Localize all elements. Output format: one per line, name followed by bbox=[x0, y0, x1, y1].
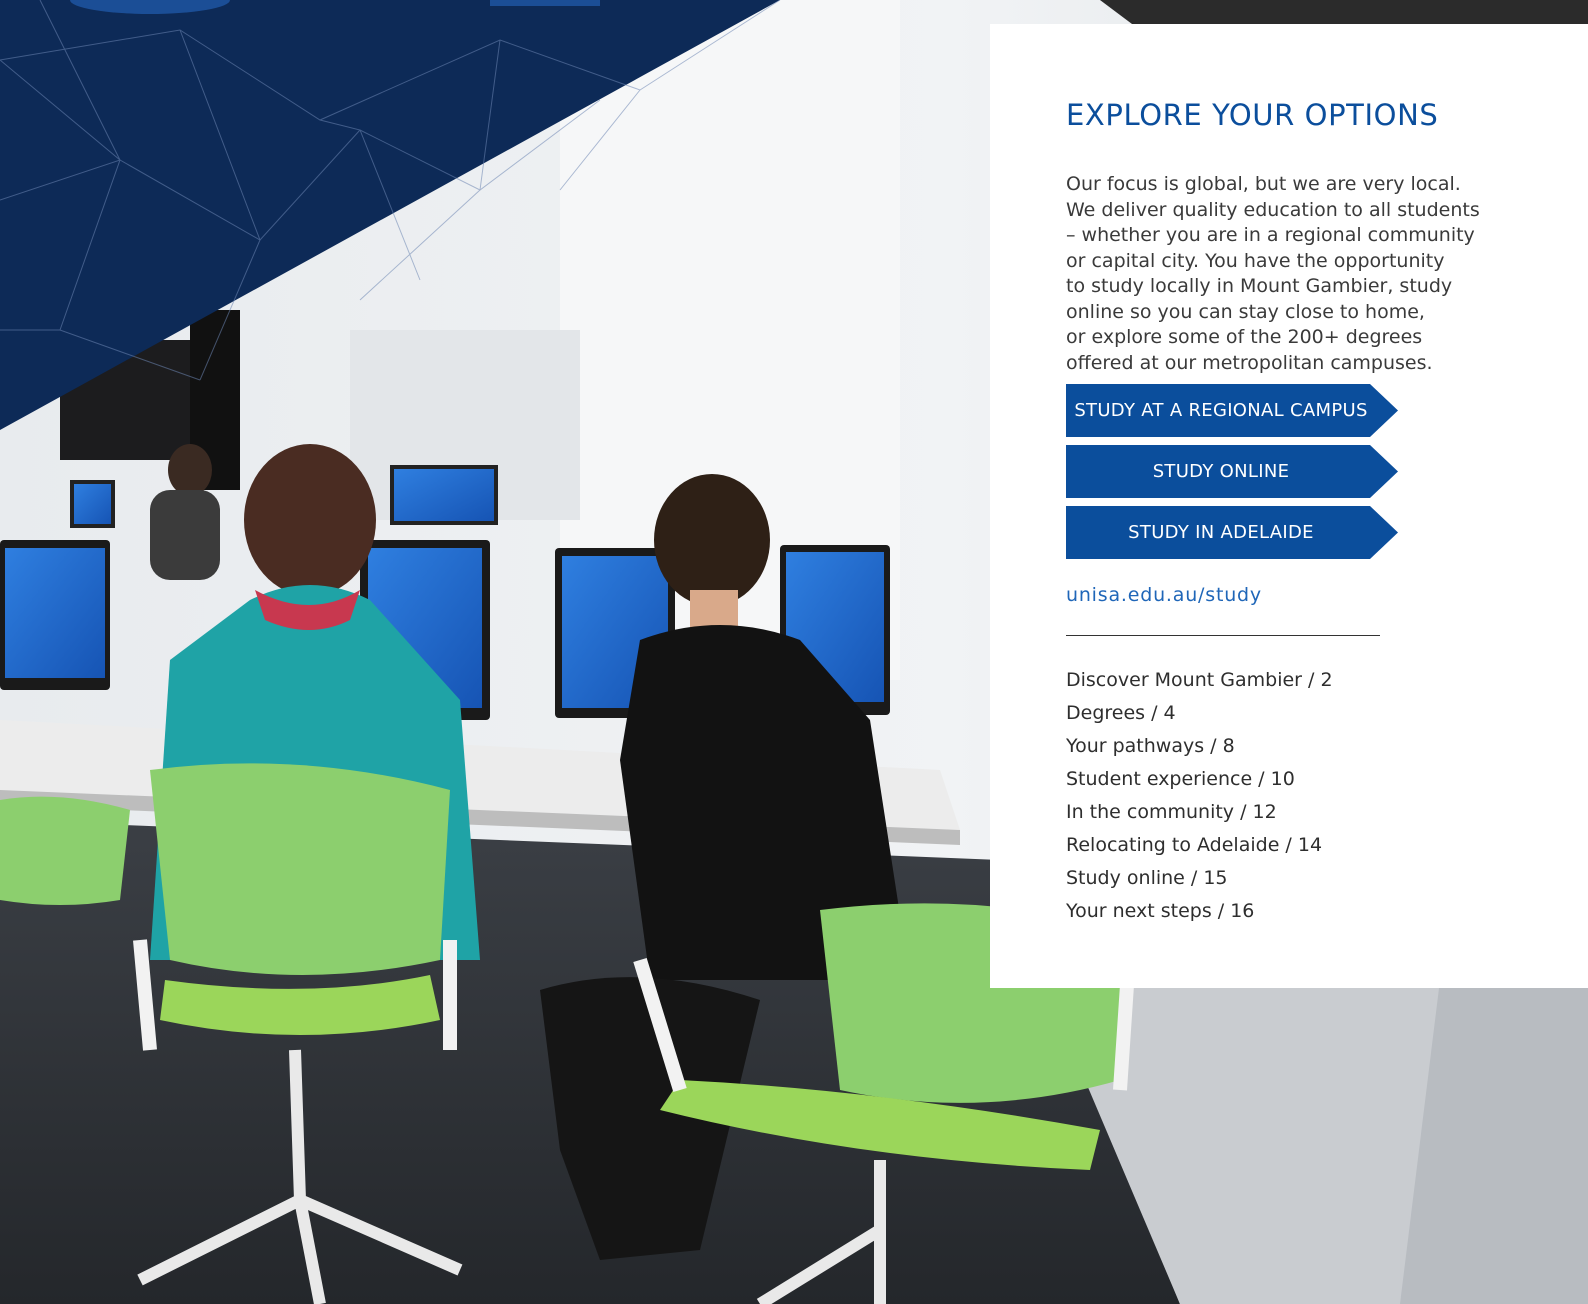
intro-line: or explore some of the 200+ degrees bbox=[1066, 326, 1423, 348]
study-regional-campus-button[interactable]: STUDY AT A REGIONAL CAMPUS bbox=[1066, 384, 1398, 437]
contents-item[interactable]: Student experience / 10 bbox=[1066, 763, 1333, 796]
intro-line: We deliver quality education to all stud… bbox=[1066, 198, 1480, 221]
contents-list: Discover Mount Gambier / 2 Degrees / 4 Y… bbox=[1066, 664, 1333, 928]
intro-line: online so you can stay close to home, bbox=[1066, 300, 1425, 323]
intro-line: to study locally in Mount Gambier, study bbox=[1066, 275, 1453, 297]
contents-item[interactable]: Your next steps / 16 bbox=[1066, 895, 1333, 928]
contents-item[interactable]: Relocating to Adelaide / 14 bbox=[1066, 829, 1333, 862]
intro-line: or capital city. You have the opportunit… bbox=[1066, 249, 1445, 272]
contents-item[interactable]: Discover Mount Gambier / 2 bbox=[1066, 664, 1333, 697]
study-online-label: STUDY ONLINE bbox=[1152, 461, 1290, 482]
contents-item[interactable]: Degrees / 4 bbox=[1066, 697, 1333, 730]
study-in-adelaide-button[interactable]: STUDY IN ADELAIDE bbox=[1066, 506, 1398, 559]
intro-line: offered at our metropolitan campuses. bbox=[1066, 351, 1433, 374]
study-regional-campus-label: STUDY AT A REGIONAL CAMPUS bbox=[1074, 400, 1368, 421]
contents-item[interactable]: In the community / 12 bbox=[1066, 796, 1333, 829]
study-in-adelaide-label: STUDY IN ADELAIDE bbox=[1128, 522, 1314, 543]
contents-item[interactable]: Study online / 15 bbox=[1066, 862, 1333, 895]
intro-line: – whether you are in a regional communit… bbox=[1066, 224, 1475, 246]
panel-heading: EXPLORE YOUR OPTIONS bbox=[1066, 98, 1439, 132]
intro-line: Our focus is global, but we are very loc… bbox=[1066, 173, 1461, 195]
study-website-link[interactable]: unisa.edu.au/study bbox=[1066, 584, 1262, 606]
study-online-button[interactable]: STUDY ONLINE bbox=[1066, 445, 1398, 498]
explore-options-panel: EXPLORE YOUR OPTIONS Our focus is global… bbox=[990, 24, 1588, 988]
contents-item[interactable]: Your pathways / 8 bbox=[1066, 730, 1333, 763]
divider bbox=[1066, 635, 1380, 636]
intro-paragraph: Our focus is global, but we are very loc… bbox=[1066, 172, 1486, 376]
